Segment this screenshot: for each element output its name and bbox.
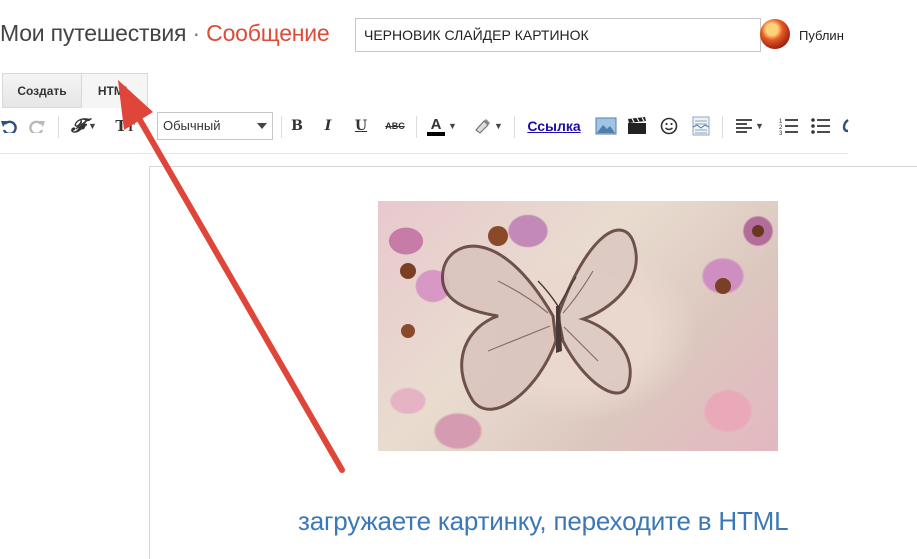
annotation-caption: загружаете картинку, переходите в HTML: [298, 506, 789, 536]
annotation-arrow: [118, 80, 345, 473]
